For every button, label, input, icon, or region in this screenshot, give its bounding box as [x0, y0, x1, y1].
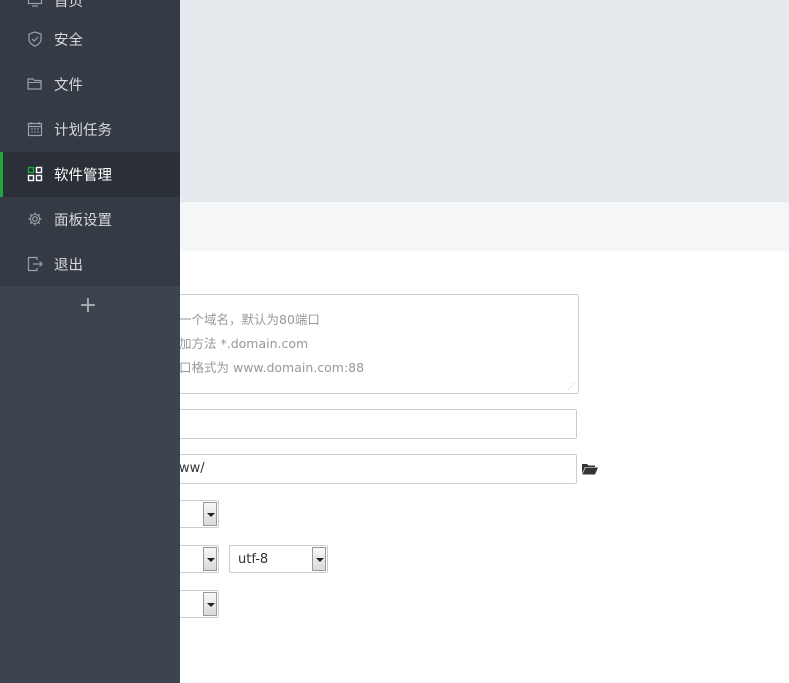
sidebar-item-cron[interactable]: 计划任务 [0, 107, 180, 152]
chevron-down-icon[interactable] [203, 547, 217, 571]
shield-icon [27, 31, 43, 47]
calendar-icon [27, 121, 43, 137]
sidebar-item-label: 计划任务 [54, 123, 112, 139]
domain-placeholder-line-2: 加方法 *.domain.com [179, 336, 309, 351]
sidebar-item-label: 软件管理 [54, 168, 112, 184]
sidebar-item-software[interactable]: 软件管理 [0, 152, 180, 197]
root-path-value: ww/ [179, 461, 205, 476]
gear-icon [27, 211, 43, 227]
sidebar: 首页 安全 文件 计划任务 软件管理 面板设置 退出 + [0, 0, 180, 683]
add-menu-button[interactable]: + [78, 295, 98, 317]
chevron-down-icon[interactable] [312, 547, 326, 571]
sidebar-item-files[interactable]: 文件 [0, 62, 180, 107]
chevron-down-icon[interactable] [203, 592, 217, 616]
grid-apps-icon [27, 166, 43, 182]
sidebar-item-logout[interactable]: 退出 [0, 242, 180, 286]
domain-textarea[interactable]: 一个域名，默认为80端口 加方法 *.domain.com 口格式为 www.d… [150, 294, 579, 394]
sidebar-item-panel-settings[interactable]: 面板设置 [0, 197, 180, 242]
logout-icon [27, 256, 43, 272]
sidebar-item-security[interactable]: 安全 [0, 17, 180, 62]
sidebar-item-label: 首页 [54, 0, 83, 10]
root-path-input[interactable]: ww/ [150, 454, 577, 484]
domain-placeholder-line-1: 一个域名，默认为80端口 [179, 312, 320, 327]
sidebar-item-label: 面板设置 [54, 213, 112, 229]
open-folder-icon[interactable] [582, 462, 598, 476]
resize-grip-icon[interactable]: ⋰ [567, 383, 575, 391]
charset-select[interactable]: utf-8 [229, 545, 328, 573]
monitor-icon [27, 0, 43, 8]
folder-icon [27, 76, 43, 92]
sidebar-item-label: 退出 [54, 258, 83, 274]
sidebar-menu: 首页 安全 文件 计划任务 软件管理 面板设置 退出 [0, 0, 180, 286]
remark-input[interactable] [150, 409, 577, 439]
charset-value: utf-8 [238, 552, 269, 567]
domain-placeholder-line-3: 口格式为 www.domain.com:88 [179, 360, 365, 375]
chevron-down-icon[interactable] [203, 502, 217, 526]
sidebar-item-label: 文件 [54, 78, 83, 94]
sidebar-item-label: 安全 [54, 33, 83, 49]
